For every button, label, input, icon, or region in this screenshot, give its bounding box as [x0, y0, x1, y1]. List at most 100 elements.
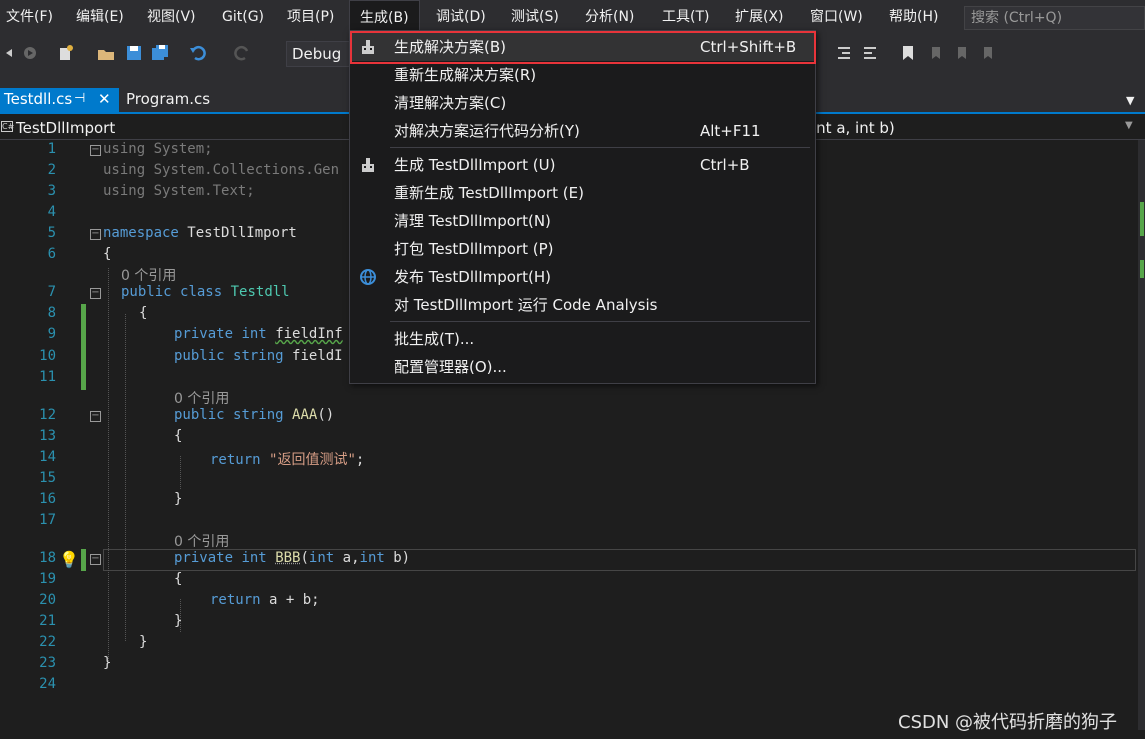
- new-project-icon[interactable]: [56, 43, 76, 63]
- collapse-icon[interactable]: −: [90, 145, 101, 156]
- search-input[interactable]: 搜索 (Ctrl+Q): [964, 6, 1145, 30]
- menu-separator: [390, 321, 810, 322]
- code-line: {: [103, 246, 112, 262]
- menu-item-clean-solution[interactable]: 清理解决方案(C): [350, 89, 815, 117]
- tab-testdll[interactable]: Testdll.cs ⊣ ✕: [0, 88, 119, 112]
- tab-program[interactable]: Program.cs: [122, 88, 214, 112]
- collapse-icon[interactable]: −: [90, 554, 101, 565]
- code-line: private int fieldInf: [174, 326, 343, 342]
- redo-icon[interactable]: [232, 43, 252, 63]
- solution-configuration-select[interactable]: Debug: [286, 41, 350, 67]
- line-number: 14: [39, 449, 56, 465]
- code-line: {: [139, 305, 148, 321]
- menu-item-build-project[interactable]: 生成 TestDllImport (U) Ctrl+B: [350, 151, 815, 179]
- code-line: }: [139, 634, 148, 650]
- code-line: namespace TestDllImport: [103, 225, 297, 241]
- line-number: 16: [39, 491, 56, 507]
- menu-item-publish-project[interactable]: 发布 TestDllImport(H): [350, 263, 815, 291]
- code-line: return a + b;: [210, 592, 320, 608]
- chevron-down-icon[interactable]: ▼: [1125, 120, 1133, 131]
- prev-bookmark-icon[interactable]: [926, 43, 946, 63]
- code-line: }: [174, 613, 183, 629]
- menu-item-run-code-analysis-solution[interactable]: 对解决方案运行代码分析(Y) Alt+F11: [350, 117, 815, 145]
- menu-item-rebuild-solution[interactable]: 重新生成解决方案(R): [350, 61, 815, 89]
- code-line: public class Testdll: [121, 284, 290, 300]
- code-line: return "返回值测试";: [210, 452, 365, 468]
- collapse-icon[interactable]: −: [90, 411, 101, 422]
- menu-build[interactable]: 生成(B): [349, 0, 420, 34]
- menu-separator: [390, 147, 810, 148]
- vertical-scrollbar[interactable]: [1138, 140, 1145, 730]
- change-indicator: [81, 549, 86, 571]
- project-dropdown[interactable]: TestDllImport: [0, 116, 115, 140]
- line-number: 23: [39, 655, 56, 671]
- line-number: 17: [39, 512, 56, 528]
- menu-debug[interactable]: 调试(D): [434, 0, 488, 34]
- forward-icon[interactable]: [20, 43, 40, 63]
- outdent-icon[interactable]: [860, 43, 880, 63]
- line-number: 21: [39, 613, 56, 629]
- line-number: 12: [39, 407, 56, 423]
- menu-item-configuration-manager[interactable]: 配置管理器(O)...: [350, 353, 815, 381]
- menu-item-pack-project[interactable]: 打包 TestDllImport (P): [350, 235, 815, 263]
- build-menu-dropdown: 生成解决方案(B) Ctrl+Shift+B 重新生成解决方案(R) 清理解决方…: [349, 30, 816, 384]
- save-all-icon[interactable]: [150, 43, 170, 63]
- codelens-references[interactable]: 0 个引用: [121, 265, 176, 285]
- menu-analyze[interactable]: 分析(N): [583, 0, 636, 34]
- menu-item-batch-build[interactable]: 批生成(T)...: [350, 325, 815, 353]
- member-dropdown[interactable]: int a, int b): [812, 116, 895, 140]
- codelens-references[interactable]: 0 个引用: [174, 531, 229, 551]
- undo-icon[interactable]: [188, 43, 208, 63]
- lightbulb-icon[interactable]: 💡: [59, 550, 79, 569]
- menu-item-run-code-analysis-project[interactable]: 对 TestDllImport 运行 Code Analysis: [350, 291, 815, 319]
- back-icon[interactable]: [2, 43, 22, 63]
- code-line: public string AAA(): [174, 407, 335, 423]
- line-number: 8: [47, 305, 56, 321]
- menu-test[interactable]: 测试(S): [509, 0, 561, 34]
- line-number: 2: [47, 162, 56, 178]
- line-number: 24: [39, 676, 56, 692]
- save-icon[interactable]: [124, 43, 144, 63]
- menu-project[interactable]: 项目(P): [285, 0, 336, 34]
- line-number: 18: [39, 550, 56, 566]
- line-number: 6: [47, 246, 56, 262]
- bookmark-icon[interactable]: [898, 43, 918, 63]
- clear-bookmarks-icon[interactable]: [978, 43, 998, 63]
- indent-icon[interactable]: [834, 43, 854, 63]
- menu-view[interactable]: 视图(V): [145, 0, 198, 34]
- scroll-change-mark: [1140, 260, 1144, 278]
- menu-edit[interactable]: 编辑(E): [74, 0, 126, 34]
- menu-git[interactable]: Git(G): [220, 0, 266, 34]
- menu-item-rebuild-project[interactable]: 重新生成 TestDllImport (E): [350, 179, 815, 207]
- codelens-references[interactable]: 0 个引用: [174, 388, 229, 408]
- pin-icon[interactable]: ⊣: [74, 88, 85, 110]
- menu-extensions[interactable]: 扩展(X): [733, 0, 786, 34]
- chevron-down-icon[interactable]: ▼: [1126, 94, 1138, 107]
- scroll-change-mark: [1140, 202, 1144, 236]
- code-line: }: [103, 655, 112, 671]
- menu-item-clean-project[interactable]: 清理 TestDllImport(N): [350, 207, 815, 235]
- menu-help[interactable]: 帮助(H): [887, 0, 940, 34]
- open-folder-icon[interactable]: [96, 43, 116, 63]
- tab-label: Testdll.cs: [4, 90, 73, 108]
- change-indicator: [81, 304, 86, 390]
- close-icon[interactable]: ✕: [98, 88, 111, 110]
- code-line: public string fieldI: [174, 348, 343, 364]
- code-line: using System.Text;: [103, 183, 255, 199]
- indent-guide: [125, 314, 126, 641]
- code-line: {: [174, 428, 183, 444]
- line-number: 3: [47, 183, 56, 199]
- collapse-icon[interactable]: −: [90, 288, 101, 299]
- menu-tools[interactable]: 工具(T): [660, 0, 711, 34]
- menu-file[interactable]: 文件(F): [4, 0, 55, 34]
- line-number: 15: [39, 470, 56, 486]
- line-number: 4: [47, 204, 56, 220]
- indent-guide: [108, 268, 109, 663]
- build-icon: [362, 158, 374, 172]
- menu-window[interactable]: 窗口(W): [808, 0, 865, 34]
- next-bookmark-icon[interactable]: [952, 43, 972, 63]
- line-number: 22: [39, 634, 56, 650]
- collapse-icon[interactable]: −: [90, 229, 101, 240]
- code-line: private int BBB(int a,int b): [174, 550, 411, 566]
- watermark: CSDN @被代码折磨的狗子: [898, 712, 1118, 733]
